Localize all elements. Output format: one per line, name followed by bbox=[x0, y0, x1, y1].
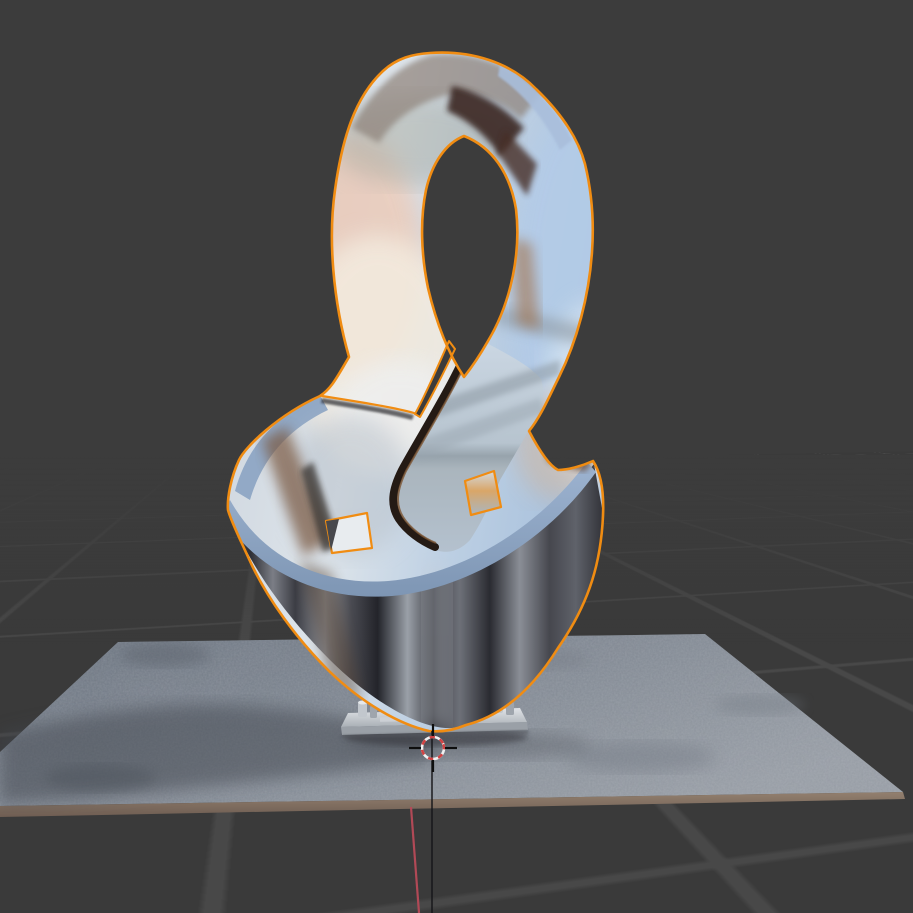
chrome-ribbon-sculpture[interactable] bbox=[221, 53, 661, 732]
scene-overlay bbox=[0, 0, 913, 913]
x-axis-line bbox=[411, 807, 419, 913]
viewport-canvas[interactable] bbox=[0, 0, 913, 913]
